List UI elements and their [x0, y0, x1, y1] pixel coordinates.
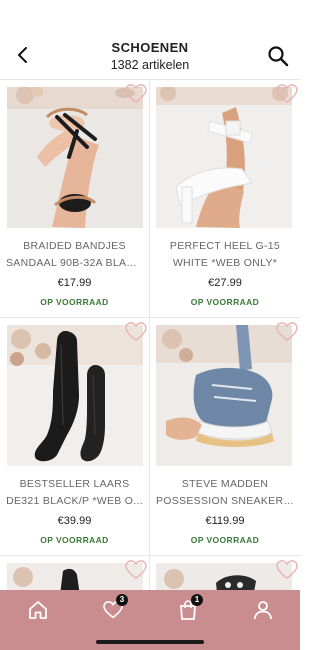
product-name-line1: BESTSELLER LAARS: [19, 478, 130, 490]
heart-icon[interactable]: [125, 322, 147, 342]
product-image: [156, 87, 292, 228]
heart-icon[interactable]: [125, 560, 147, 580]
product-name-line2: WHITE *WEB ONLY*: [172, 257, 278, 269]
header: SCHOENEN 1382 artikelen: [0, 0, 300, 80]
heart-icon[interactable]: [125, 84, 147, 104]
product-image: [7, 87, 143, 228]
product-name-line1: BRAIDED BANDJES: [23, 240, 126, 252]
product-card[interactable]: PERFECT HEEL G-15 WHITE *WEB ONLY* €27.9…: [150, 80, 300, 317]
stock-status: OP VOORRAAD: [190, 535, 260, 545]
product-image: [156, 563, 292, 590]
product-name: PERFECT HEEL G-15 WHITE *WEB ONLY*: [156, 238, 294, 272]
user-icon: [254, 601, 272, 620]
product-price: €39.99: [57, 515, 92, 527]
search-button[interactable]: [266, 44, 290, 68]
page-title: SCHOENEN: [111, 40, 189, 55]
search-icon: [268, 46, 289, 67]
product-name-line1: PERFECT HEEL G-15: [169, 240, 281, 252]
product-name: STEVE MADDEN POSSESSION SNEAKER 0...: [156, 476, 294, 510]
product-name: BESTSELLER LAARS DE321 BLACK/P *WEB O...: [6, 476, 143, 510]
title-block: SCHOENEN 1382 artikelen: [60, 40, 240, 73]
product-name-line2: SANDAAL 90B-32A BLAC...: [6, 257, 143, 269]
heart-icon[interactable]: [276, 322, 298, 342]
product-name: BRAIDED BANDJES SANDAAL 90B-32A BLAC...: [6, 238, 143, 272]
tab-wishlist[interactable]: 3: [98, 594, 128, 622]
product-card[interactable]: [0, 556, 150, 590]
tab-home[interactable]: [23, 598, 53, 622]
product-card[interactable]: BRAIDED BANDJES SANDAAL 90B-32A BLAC... …: [0, 80, 150, 317]
product-card[interactable]: STEVE MADDEN POSSESSION SNEAKER 0... €11…: [150, 318, 300, 555]
home-indicator: [96, 640, 204, 644]
product-image: [156, 325, 292, 466]
heart-icon[interactable]: [276, 84, 298, 104]
product-price: €17.99: [57, 277, 92, 289]
product-name-line2: POSSESSION SNEAKER 0...: [156, 495, 294, 507]
product-card[interactable]: BESTSELLER LAARS DE321 BLACK/P *WEB O...…: [0, 318, 150, 555]
item-count: 1382 artikelen: [110, 58, 190, 72]
cart-count-badge: 1: [191, 594, 203, 606]
home-icon: [29, 601, 47, 619]
product-image: [7, 563, 143, 590]
heart-icon[interactable]: [276, 560, 298, 580]
stock-status: OP VOORRAAD: [40, 297, 109, 307]
chevron-left-icon: [18, 47, 27, 63]
product-price: €27.99: [208, 277, 242, 289]
stock-status: OP VOORRAAD: [40, 535, 109, 545]
product-card[interactable]: [150, 556, 300, 590]
tab-cart[interactable]: 1: [173, 594, 203, 622]
wishlist-count-badge: 3: [116, 594, 128, 606]
product-grid: BRAIDED BANDJES SANDAAL 90B-32A BLAC... …: [0, 80, 300, 590]
product-name-line1: STEVE MADDEN: [181, 478, 269, 490]
product-image: [7, 325, 143, 466]
product-name-line2: DE321 BLACK/P *WEB O...: [6, 495, 143, 507]
stock-status: OP VOORRAAD: [190, 297, 260, 307]
product-price: €119.99: [205, 515, 245, 527]
tab-account[interactable]: [248, 598, 278, 622]
back-button[interactable]: [12, 44, 34, 66]
